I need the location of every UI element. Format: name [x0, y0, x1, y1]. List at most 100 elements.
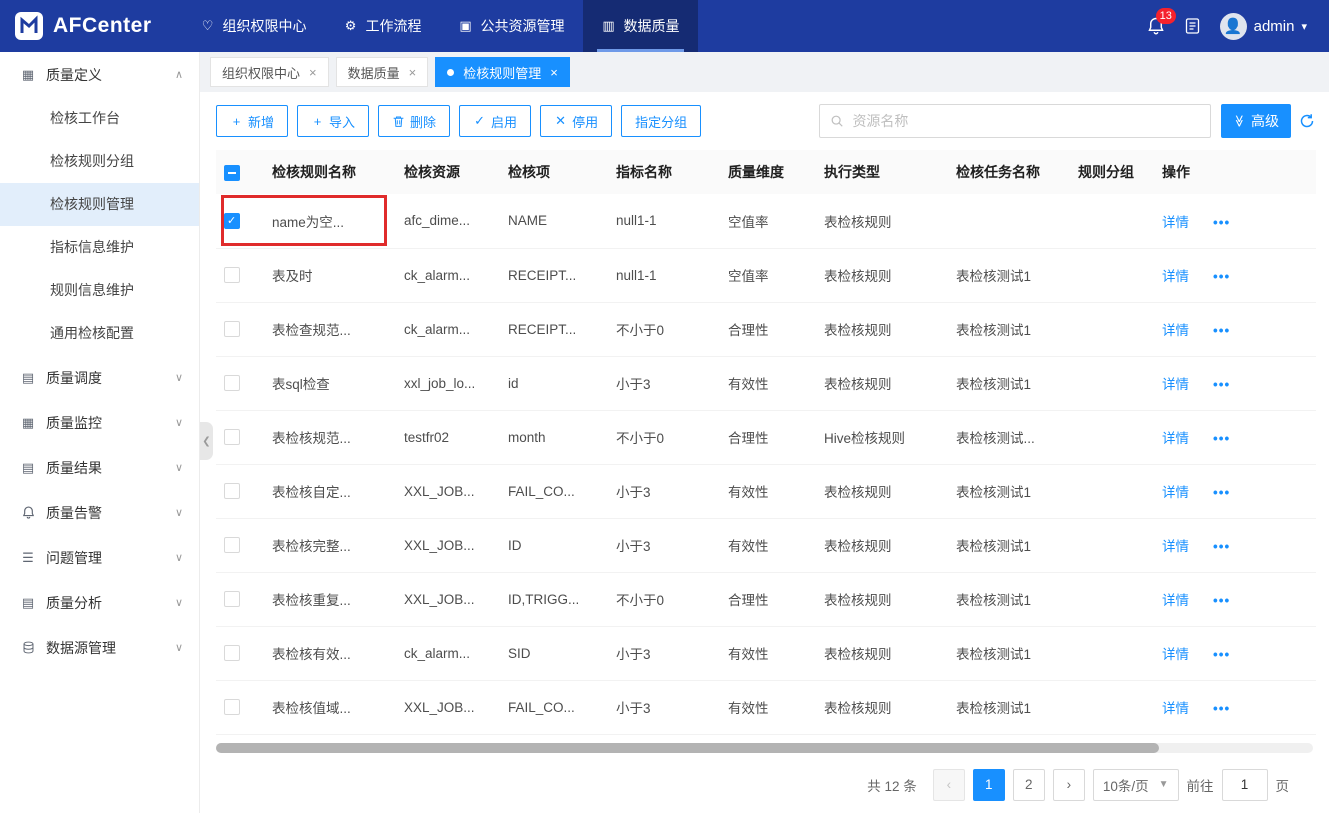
cell-rule-name: 表检核值域... [264, 680, 396, 735]
toolbar-button-1[interactable]: + 导入 [297, 105, 370, 137]
row-checkbox[interactable] [224, 212, 240, 229]
app-logo[interactable]: AFCenter [0, 11, 182, 41]
more-actions-icon[interactable]: ••• [1213, 269, 1230, 284]
pagination: 共 12 条 ‹ 12 › 10条/页 ▼ 前往 页 [200, 753, 1329, 801]
row-checkbox[interactable] [224, 645, 240, 662]
sidebar-item-0-3[interactable]: 指标信息维护 [0, 226, 199, 269]
cell-indicator-name: 小于3 [608, 680, 720, 735]
cell-rule-group [1070, 518, 1154, 573]
sidebar-group-5[interactable]: ☰ 问题管理 ∨ [0, 535, 199, 580]
toolbar-button-0[interactable]: + 新增 [216, 105, 289, 137]
sidebar-group-1[interactable]: ▤ 质量调度 ∨ [0, 355, 199, 400]
goto-page-input[interactable] [1221, 768, 1268, 801]
sidebar-item-0-1[interactable]: 检核规则分组 [0, 140, 199, 183]
scrollbar-thumb[interactable] [216, 742, 1160, 753]
toolbar-button-2[interactable]: 删除 [378, 105, 451, 137]
cell-check-item: ID,TRIGG... [500, 572, 608, 627]
app-root: AFCenter ♡ 组织权限中心 ⚙ 工作流程 ▣ 公共资源管理 ▥ 数据质量 13 👤 a… [0, 0, 1329, 813]
sidebar-group-6[interactable]: ▤ 质量分析 ∨ [0, 580, 199, 625]
chevron-down-icon: ▼ [1158, 779, 1169, 790]
logo-icon [14, 11, 44, 41]
toolbar-button-5[interactable]: 指定分组 [621, 105, 702, 137]
sidebar-group-2[interactable]: ▦ 质量监控 ∨ [0, 400, 199, 445]
sidebar-collapse-handle[interactable]: ❮ [200, 422, 213, 460]
sidebar-group-0[interactable]: ▦ 质量定义 ∧ [0, 52, 199, 97]
select-all-checkbox[interactable] [224, 164, 240, 181]
cell-rule-group [1070, 680, 1154, 735]
more-actions-icon[interactable]: ••• [1213, 701, 1230, 716]
close-icon[interactable]: × [550, 65, 558, 80]
page-size-select[interactable]: 10条/页 ▼ [1092, 768, 1179, 801]
cell-rule-group [1070, 464, 1154, 519]
more-actions-icon[interactable]: ••• [1213, 485, 1230, 500]
refresh-icon[interactable] [1299, 113, 1315, 129]
sidebar-group-7[interactable]: 数据源管理 ∨ [0, 625, 199, 670]
detail-link[interactable]: 详情 [1162, 431, 1189, 446]
sidebar-group-3[interactable]: ▤ 质量结果 ∨ [0, 445, 199, 490]
cell-quality-dimension: 有效性 [720, 680, 816, 735]
doc-icon: ▤ [21, 369, 35, 385]
detail-link[interactable]: 详情 [1162, 323, 1189, 338]
tab-2[interactable]: 检核规则管理 × [435, 57, 570, 87]
chevron-down-icon: ∨ [174, 372, 183, 384]
more-actions-icon[interactable]: ••• [1213, 323, 1230, 338]
more-actions-icon[interactable]: ••• [1213, 593, 1230, 608]
nav-item-0[interactable]: ♡ 组织权限中心 [182, 0, 325, 52]
search-input[interactable] [852, 113, 1201, 129]
cell-check-item: RECEIPT... [500, 302, 608, 357]
detail-link[interactable]: 详情 [1162, 539, 1189, 554]
toolbar-button-4[interactable]: ✕ 停用 [540, 105, 613, 137]
close-icon[interactable]: × [409, 65, 417, 80]
page-button-1[interactable]: 1 [972, 768, 1005, 801]
row-checkbox[interactable] [224, 537, 240, 554]
row-checkbox[interactable] [224, 429, 240, 446]
row-checkbox[interactable] [224, 267, 240, 284]
column-header-8: 操作 [1154, 150, 1316, 194]
close-icon[interactable]: × [309, 65, 317, 80]
tab-0[interactable]: 组织权限中心 × [210, 57, 329, 87]
detail-link[interactable]: 详情 [1162, 269, 1189, 284]
advanced-search-button[interactable]: ≫ 高级 [1221, 104, 1291, 138]
column-header-7: 规则分组 [1070, 150, 1154, 194]
more-actions-icon[interactable]: ••• [1213, 647, 1230, 662]
nav-item-1[interactable]: ⚙ 工作流程 [325, 0, 440, 52]
cell-check-item: ID [500, 518, 608, 573]
row-checkbox[interactable] [224, 699, 240, 716]
sidebar-item-0-4[interactable]: 规则信息维护 [0, 269, 199, 312]
row-checkbox[interactable] [224, 321, 240, 338]
cell-check-item: FAIL_CO... [500, 680, 608, 735]
cell-indicator-name: 小于3 [608, 626, 720, 681]
tab-1[interactable]: 数据质量 × [335, 57, 429, 87]
more-actions-icon[interactable]: ••• [1213, 377, 1230, 392]
row-checkbox[interactable] [224, 375, 240, 392]
column-header-5: 执行类型 [816, 150, 948, 194]
row-checkbox[interactable] [224, 483, 240, 500]
toolbar-buttons: + 新增 + 导入 删除 ✓ 启用 ✕ 停用 指定分组 [216, 105, 710, 137]
detail-link[interactable]: 详情 [1162, 377, 1189, 392]
detail-link[interactable]: 详情 [1162, 485, 1189, 500]
more-actions-icon[interactable]: ••• [1213, 215, 1230, 230]
document-icon[interactable] [1185, 18, 1200, 34]
sidebar-item-0-0[interactable]: 检核工作台 [0, 97, 199, 140]
sidebar-item-0-2[interactable]: 检核规则管理 [0, 183, 199, 226]
page-button-2[interactable]: 2 [1012, 768, 1045, 801]
toolbar-button-3[interactable]: ✓ 启用 [459, 105, 532, 137]
notification-bell-icon[interactable]: 13 [1147, 8, 1176, 35]
nav-item-3[interactable]: ▥ 数据质量 [582, 0, 698, 52]
sidebar-item-0-5[interactable]: 通用检核配置 [0, 312, 199, 355]
next-page-button[interactable]: › [1052, 768, 1085, 801]
detail-link[interactable]: 详情 [1162, 647, 1189, 662]
prev-page-button[interactable]: ‹ [932, 768, 965, 801]
user-menu[interactable]: 👤 admin ▾ [1219, 12, 1307, 40]
more-actions-icon[interactable]: ••• [1213, 431, 1230, 446]
nav-item-2[interactable]: ▣ 公共资源管理 [440, 0, 583, 52]
detail-link[interactable]: 详情 [1162, 215, 1189, 230]
row-checkbox[interactable] [224, 591, 240, 608]
cell-resource: XXL_JOB... [396, 518, 500, 573]
sidebar-group-4[interactable]: 质量告警 ∨ [0, 490, 199, 535]
more-actions-icon[interactable]: ••• [1213, 539, 1230, 554]
horizontal-scrollbar[interactable] [216, 742, 1313, 753]
cell-checkbox [216, 680, 264, 735]
detail-link[interactable]: 详情 [1162, 701, 1189, 716]
detail-link[interactable]: 详情 [1162, 593, 1189, 608]
